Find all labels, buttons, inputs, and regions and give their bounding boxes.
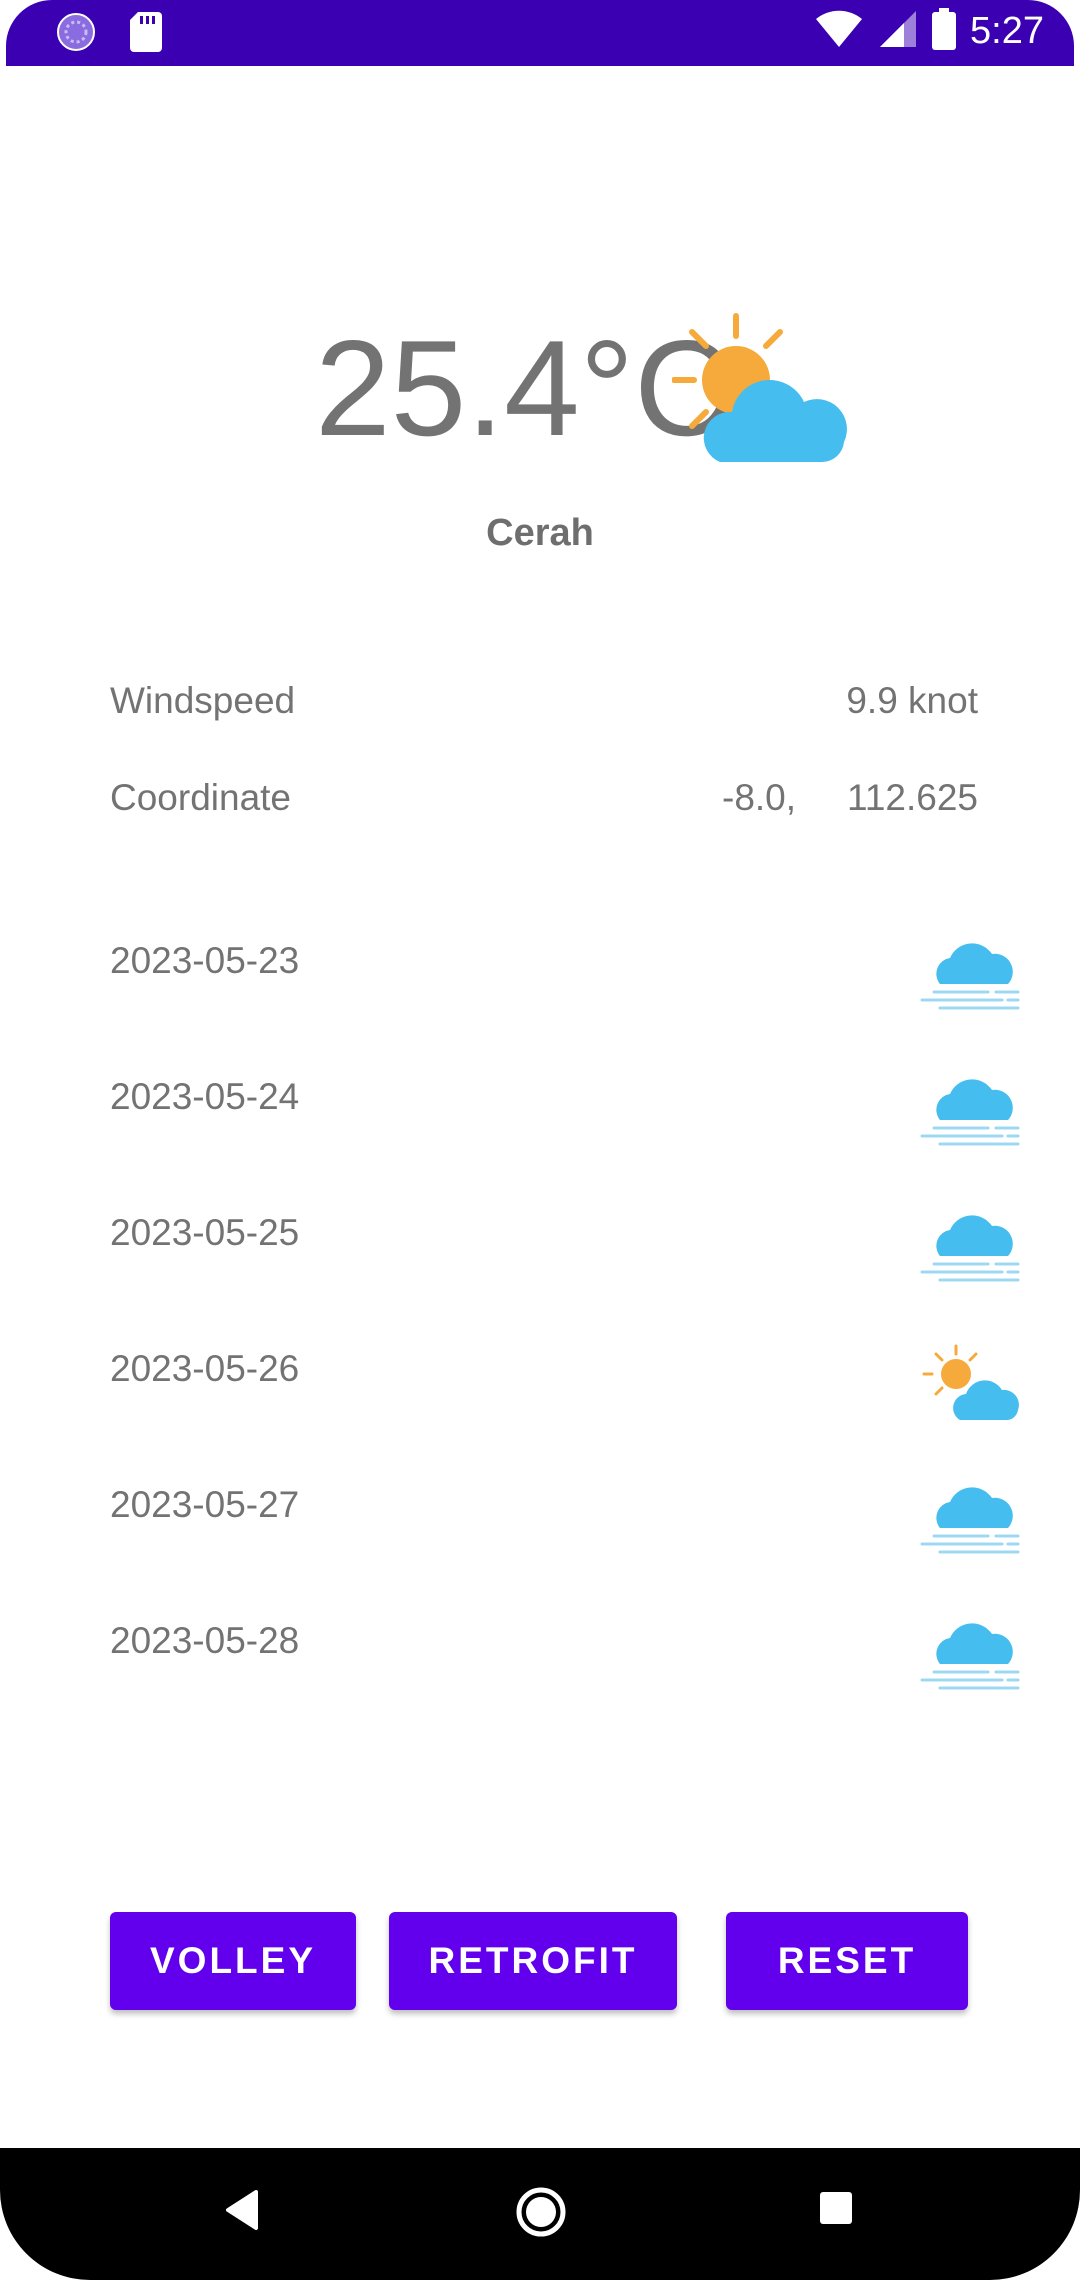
windspeed-label: Windspeed <box>110 680 296 721</box>
coordinate-label: Coordinate <box>110 777 292 818</box>
list-item: 2023-05-27 <box>110 1484 1020 1584</box>
list-item: 2023-05-26 <box>110 1344 1020 1448</box>
windspeed-value: 9.9 knot <box>846 680 978 721</box>
back-icon[interactable] <box>222 2188 262 2237</box>
fog-cloud-icon <box>920 932 1020 1027</box>
volley-button[interactable]: VOLLEY <box>110 1912 356 2010</box>
battery-icon <box>932 8 957 55</box>
latitude-value: -8.0, <box>722 777 797 818</box>
forecast-date: 2023-05-27 <box>110 1484 300 1525</box>
list-item: 2023-05-28 <box>110 1620 1020 1720</box>
status-bar: 5:27 <box>0 0 1080 66</box>
partly-cloudy-icon <box>920 1340 1020 1435</box>
circle-app-icon <box>56 12 96 57</box>
cell-signal-icon <box>878 9 918 54</box>
fog-cloud-icon <box>920 1204 1020 1299</box>
fog-cloud-icon <box>920 1612 1020 1707</box>
forecast-date: 2023-05-25 <box>110 1212 300 1253</box>
forecast-date: 2023-05-24 <box>110 1076 300 1117</box>
current-weather: 25.4°C <box>0 300 1080 470</box>
forecast-date: 2023-05-28 <box>110 1620 300 1661</box>
coordinate-row: Coordinate -8.0, 112.625 <box>110 777 978 827</box>
home-icon[interactable] <box>515 2186 567 2243</box>
wifi-icon <box>814 9 864 54</box>
fog-cloud-icon <box>920 1476 1020 1571</box>
windspeed-row: Windspeed 9.9 knot <box>110 680 978 730</box>
list-item: 2023-05-23 <box>110 940 1020 1040</box>
weather-description: Cerah <box>486 512 594 554</box>
navigation-bar <box>0 2148 1080 2280</box>
status-time: 5:27 <box>970 10 1044 52</box>
status-bar-background: 5:27 <box>6 0 1074 66</box>
status-left-icons <box>56 12 162 57</box>
temperature-value: 25.4°C <box>315 312 733 464</box>
longitude-value: 112.625 <box>847 777 978 818</box>
list-item: 2023-05-24 <box>110 1076 1020 1176</box>
partly-cloudy-icon <box>671 312 852 467</box>
recents-icon[interactable] <box>818 2190 854 2231</box>
forecast-date: 2023-05-26 <box>110 1348 300 1389</box>
reset-button[interactable]: RESET <box>726 1912 968 2010</box>
status-right-icons: 5:27 <box>814 8 1044 55</box>
sd-card-icon <box>130 12 162 57</box>
fog-cloud-icon <box>920 1068 1020 1163</box>
forecast-date: 2023-05-23 <box>110 940 300 981</box>
list-item: 2023-05-25 <box>110 1212 1020 1312</box>
retrofit-button[interactable]: RETROFIT <box>389 1912 677 2010</box>
